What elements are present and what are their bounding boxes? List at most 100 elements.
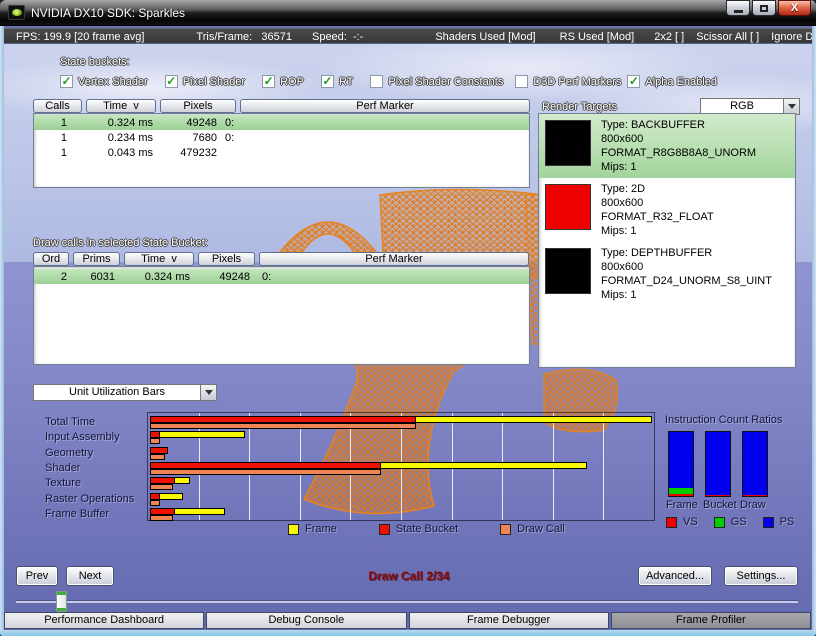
render-target-item[interactable]: Type: BACKBUFFER800x600FORMAT_R8G8B8A8_U… [539,114,795,178]
legend-label: Frame [305,523,337,535]
column-header-time-v[interactable]: Time v [86,99,156,113]
column-header-perf-marker[interactable]: Perf Marker [259,252,529,266]
next-button[interactable]: Next [66,566,114,586]
ratio-category-label: Draw [740,499,777,511]
table-cell: 1 [34,132,83,144]
column-header-pixels[interactable]: Pixels [198,252,255,266]
close-button[interactable]: X [778,0,811,16]
state-buckets-row: ✓Vertex Shader ✓Pixel Shader ✓ROP ✓RT Pixel … [60,75,734,88]
table-row[interactable]: 10.043 ms479232 [34,145,529,160]
checkbox-vertex-shader[interactable]: ✓Vertex Shader [60,75,148,88]
checkbox-icon[interactable] [515,75,528,88]
legend-swatch [288,524,299,535]
tab-frame-debugger[interactable]: Frame Debugger [409,612,609,629]
legend-item-ps: PS [763,516,795,528]
checkbox-rt[interactable]: ✓RT [321,75,353,88]
column-header-calls[interactable]: Calls [33,99,82,113]
instruction-ratio-bars [668,431,768,497]
settings-button[interactable]: Settings... [724,566,798,586]
render-target-info: Type: 2D800x600FORMAT_R32_FLOATMips: 1 [601,182,714,238]
checkbox-pixel-shader-constants[interactable]: Pixel Shader Constants [370,75,503,88]
table-cell: 49248 [157,117,217,129]
table-cell: 0.324 ms [117,271,190,283]
checkbox-alpha-enabled[interactable]: ✓ Alpha Enabled [627,75,717,88]
checkbox-d3d-perf-markers[interactable]: D3D Perf Markers [515,75,621,88]
stat-speed: Speed: -:- [312,31,363,43]
checkbox-rop[interactable]: ✓ROP [262,75,304,88]
checkbox-icon[interactable] [370,75,383,88]
ratio-segment-ps [706,432,730,495]
stat-2x2: 2x2 [ ] [654,31,684,43]
legend-item-frame: Frame [288,523,337,535]
bucket-table[interactable]: 10.324 ms492480:10.234 ms76800:10.043 ms… [33,113,530,188]
legend-swatch [379,524,390,535]
ratio-segment-vs [706,495,730,496]
table-cell: 0.043 ms [83,147,157,159]
render-target-info-line: Type: 2D [601,182,714,196]
chart-category-labels: Total TimeInput AssemblyGeometryShaderTe… [45,412,147,524]
column-header-time-v[interactable]: Time v [124,252,194,266]
checkbox-icon[interactable]: ✓ [627,75,640,88]
render-target-item[interactable]: Type: DEPTHBUFFER800x600FORMAT_D24_UNORM… [539,242,795,306]
chart-category-label: Raster Operations [45,493,134,505]
mode-tabs: Performance DashboardDebug ConsoleFrame … [4,612,811,629]
ratio-bar-bucket [705,431,731,497]
frame-slider-thumb[interactable] [56,591,67,612]
legend-item-state-bucket: State Bucket [379,523,458,535]
ratio-segment-ps [743,432,767,495]
frame-slider-track[interactable] [16,600,798,603]
table-row[interactable]: 10.234 ms76800: [34,130,529,145]
render-target-preview [545,248,591,294]
render-targets-list[interactable]: Type: BACKBUFFER 800x600 FORMAT_R8G8B8A8_U… [538,113,796,368]
tab-performance-dashboard[interactable]: Performance Dashboard [4,612,204,629]
legend-label: VS [683,516,698,528]
column-header-perf-marker[interactable]: Perf Marker [240,99,530,113]
stat-tris-frame: Tris/Frame: 36571 [196,31,292,43]
advanced-button[interactable]: Advanced... [638,566,712,586]
render-target-item[interactable]: Type: 2D800x600FORMAT_R32_FLOATMips: 1 [539,178,795,242]
chart-category-label: Frame Buffer [45,508,109,520]
chart-row-frame-buffer [150,508,652,522]
ratio-bar-draw [742,431,768,497]
render-target-info-line: Type: DEPTHBUFFER [601,246,772,260]
checkbox-pixel-shader[interactable]: ✓Pixel Shader [165,75,245,88]
ratio-segment-vs [743,495,767,496]
prev-button[interactable]: Prev [16,566,58,586]
minimize-button[interactable] [726,0,750,16]
bar-draw-call [150,454,165,460]
render-target-info-line: 800x600 [601,196,714,210]
stat-rs-used-mod: RS Used [Mod] [560,31,635,43]
bar-draw-call [150,469,381,475]
column-header-pixels[interactable]: Pixels [160,99,236,113]
tab-frame-profiler[interactable]: Frame Profiler [611,612,811,629]
render-target-info-line: Type: BACKBUFFER [601,118,756,132]
column-header-ord[interactable]: Ord [33,252,69,266]
view-select-combo[interactable]: Unit Utilization Bars [33,384,217,401]
render-target-info-line: FORMAT_R8G8B8A8_UNORM [601,146,756,160]
render-target-info-line: 800x600 [601,260,772,274]
title-bar[interactable]: NVIDIA DX10 SDK: Sparkles [0,0,816,26]
checkbox-icon[interactable]: ✓ [321,75,334,88]
bucket-table-headers: Calls Time v Pixels Perf Marker [33,99,530,113]
tab-debug-console[interactable]: Debug Console [206,612,406,629]
stat-shaders-used-mod: Shaders Used [Mod] [435,31,535,43]
bar-state-bucket [150,508,175,515]
checkbox-label: Alpha Enabled [645,76,717,88]
instruction-ratio-categories: FrameBucketDraw [666,499,777,511]
table-row[interactable]: 10.324 ms492480: [34,115,529,130]
render-target-info-line: FORMAT_D24_UNORM_S8_UINT [601,274,772,288]
ratio-category-label: Bucket [703,499,740,511]
table-row[interactable]: 260310.324 ms492480: [34,269,529,284]
chevron-down-icon[interactable] [201,384,217,401]
view-select-value[interactable]: Unit Utilization Bars [33,384,201,401]
drawcall-table[interactable]: 260310.324 ms492480: [33,266,530,365]
maximize-button[interactable] [752,0,776,16]
column-header-prims[interactable]: Prims [73,252,120,266]
chart-category-label: Shader [45,462,80,474]
legend-swatch [666,517,677,528]
checkbox-icon[interactable]: ✓ [165,75,178,88]
bar-draw-call [150,500,160,506]
checkbox-icon[interactable]: ✓ [262,75,275,88]
checkbox-icon[interactable]: ✓ [60,75,73,88]
render-target-preview [545,120,591,166]
